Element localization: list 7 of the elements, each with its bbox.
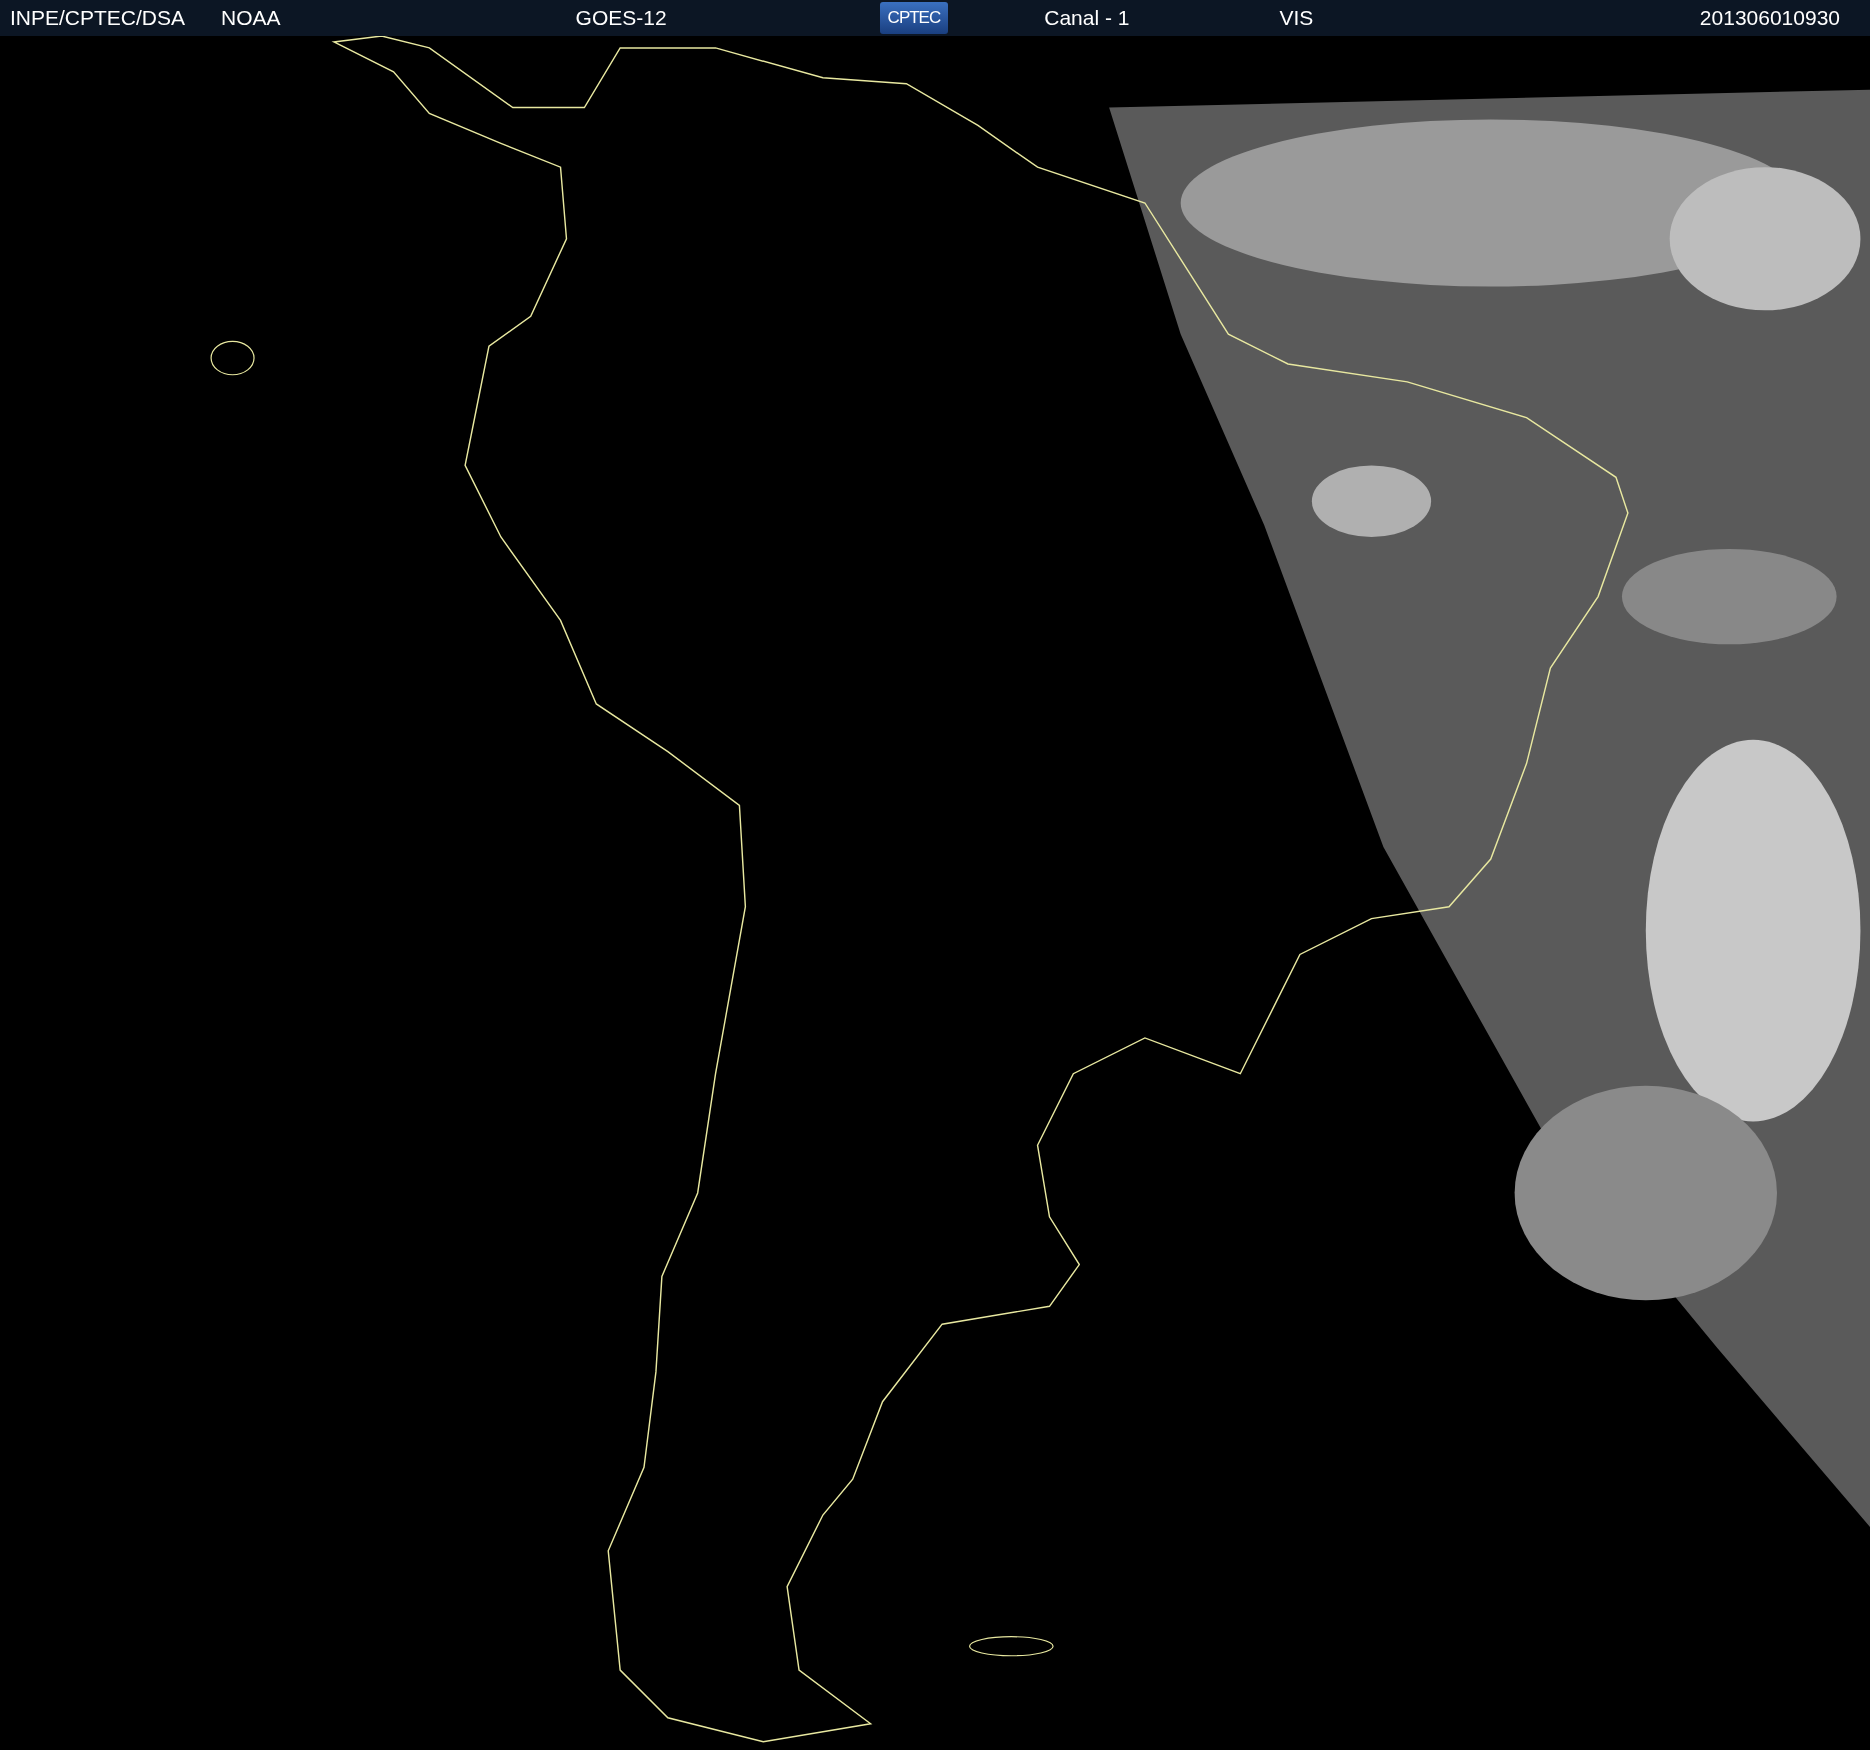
- channel-label: Canal - 1: [1044, 5, 1130, 31]
- source-label: INPE/CPTEC/DSA: [10, 5, 186, 31]
- timestamp-label: 201306010930: [1699, 5, 1840, 31]
- agency-label: NOAA: [221, 5, 281, 31]
- logo: CPTEC: [879, 2, 949, 34]
- satellite-label: GOES-12: [575, 5, 667, 31]
- band-label: VIS: [1279, 5, 1314, 31]
